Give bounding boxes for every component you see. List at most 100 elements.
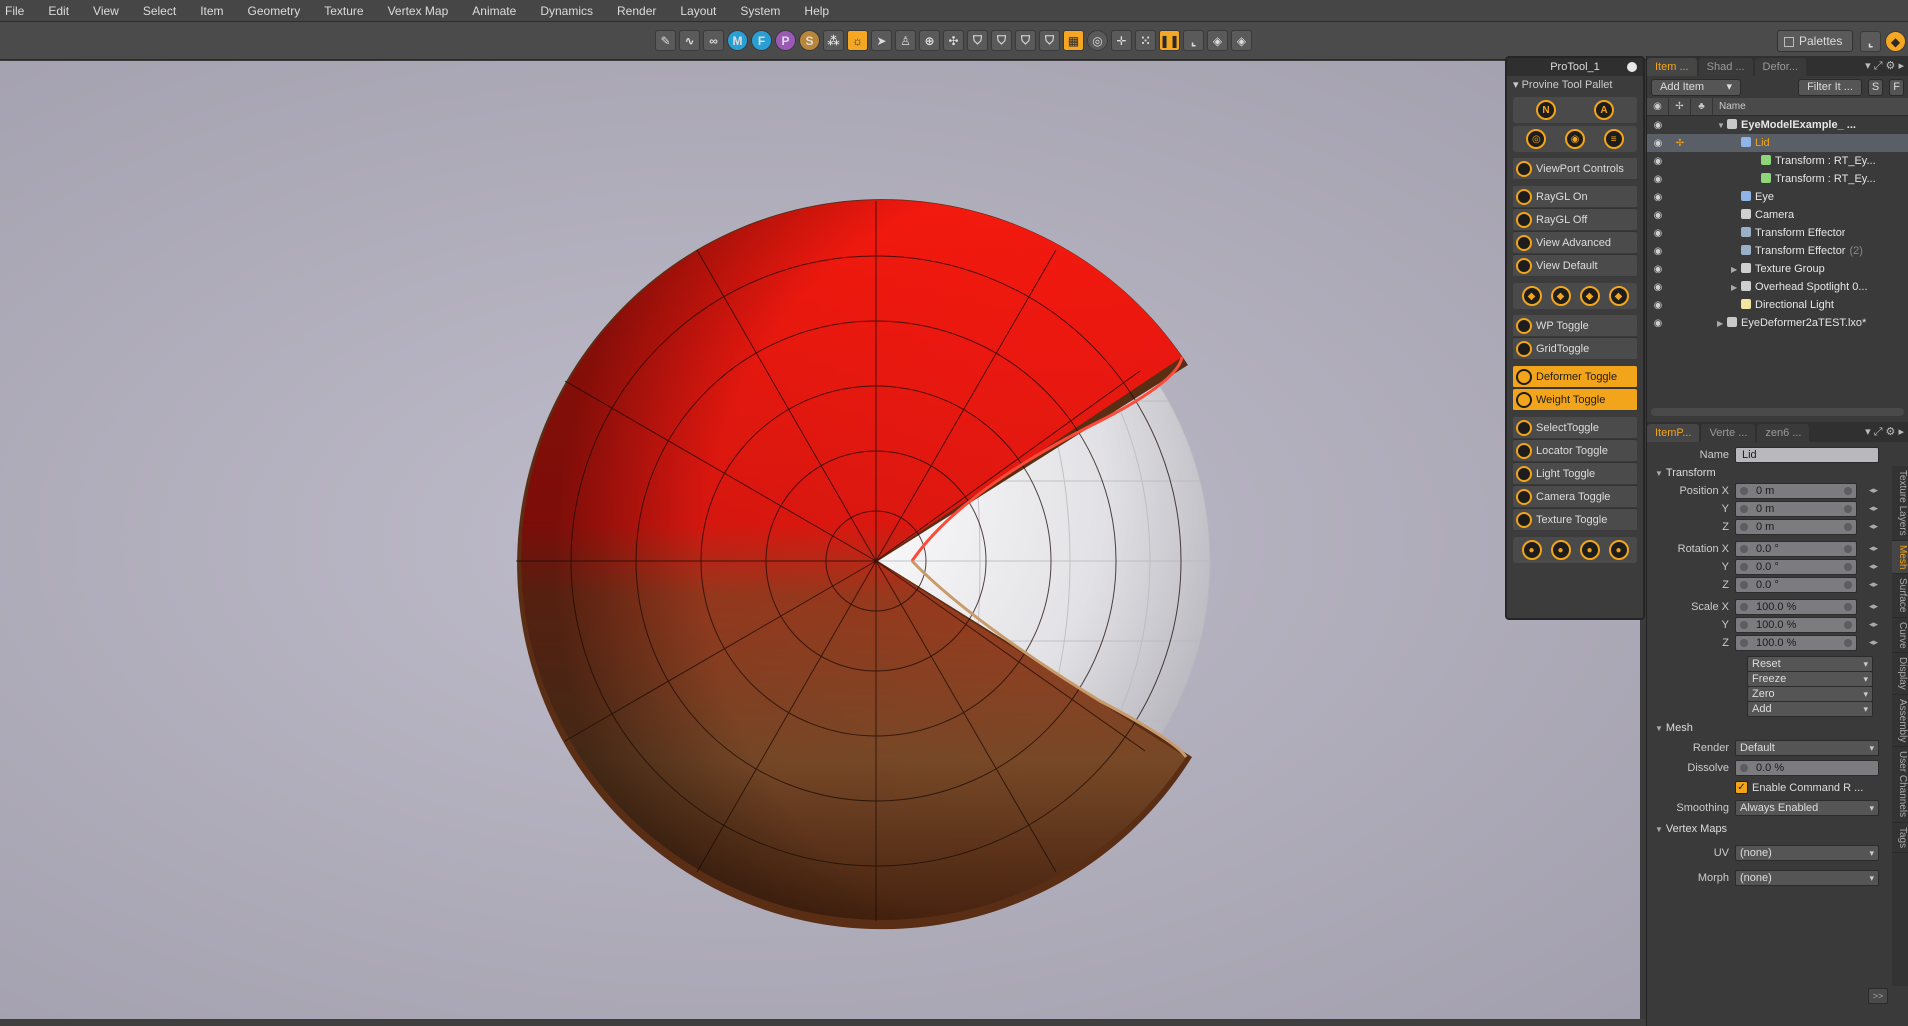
menu-layout[interactable]: Layout (668, 0, 728, 22)
menu-system[interactable]: System (728, 0, 792, 22)
channel-link-icon[interactable]: ◂▸ (1869, 637, 1878, 648)
item-row[interactable]: ◉ Transform Effector (2) (1647, 242, 1908, 260)
transform-value-field[interactable]: 100.0 % (1735, 598, 1857, 615)
props_panel-tab-2[interactable]: Verte ... (1701, 424, 1756, 442)
view-default-button[interactable]: View Default (1513, 255, 1637, 277)
collapse-triangle-icon[interactable]: ▾ (1513, 79, 1522, 91)
transform-value-field[interactable]: 0.0 ° (1735, 540, 1857, 557)
protool-row3-icon-1[interactable]: ◆ (1521, 286, 1542, 306)
close-dot-icon[interactable] (1627, 62, 1637, 72)
protool-row3-icon-4[interactable]: ◆ (1608, 286, 1629, 306)
channel-link-icon[interactable]: ◂▸ (1869, 485, 1878, 496)
protool-row2-icon-2[interactable]: ◉ (1564, 129, 1585, 149)
smoothing-dropdown[interactable]: Always Enabled (1735, 799, 1879, 816)
menu-vertex-map[interactable]: Vertex Map (376, 0, 461, 22)
side-tab-texture-layers[interactable]: Texture Layers (1892, 466, 1908, 541)
item-row[interactable]: ◉ Transform : RT_Ey... (1647, 152, 1908, 170)
panel-controls-icon[interactable]: ▾ ⤢ ⚙ ▸ (1865, 59, 1904, 73)
props-panel-controls-icon[interactable]: ▾ ⤢ ⚙ ▸ (1865, 425, 1904, 439)
transform-value-field[interactable]: 0 m (1735, 482, 1857, 499)
shield-icon-1[interactable]: ⛉ (967, 30, 988, 51)
item-row[interactable]: ◉ ✢ Lid (1647, 134, 1908, 152)
view-advanced-button[interactable]: View Advanced (1513, 232, 1637, 254)
channel-link-icon[interactable]: ◂▸ (1869, 521, 1878, 532)
expand-arrow-icon[interactable]: ▶ (1731, 283, 1741, 292)
protool-row2-icon-1[interactable]: ◎ (1526, 129, 1547, 149)
gridtoggle-button[interactable]: GridToggle (1513, 338, 1637, 360)
visibility-eye-icon[interactable]: ◉ (1647, 138, 1669, 149)
channel-link-icon[interactable]: ◂▸ (1869, 619, 1878, 630)
protool-row1-icon-2[interactable]: A (1594, 100, 1614, 120)
add-dropdown[interactable]: Add (1747, 700, 1873, 717)
visibility-eye-icon[interactable]: ◉ (1647, 228, 1669, 239)
transform-value-field[interactable]: 0.0 ° (1735, 558, 1857, 575)
sketch-icon[interactable]: ✎ (655, 30, 676, 51)
weight-toggle-button[interactable]: Weight Toggle (1513, 389, 1637, 411)
protool-row3-icon-2[interactable]: ◆ (1550, 286, 1571, 306)
menu-render[interactable]: Render (605, 0, 668, 22)
transform-value-field[interactable]: 0 m (1735, 500, 1857, 517)
expand-button[interactable]: >> (1868, 988, 1888, 1004)
transform-value-field[interactable]: 100.0 % (1735, 616, 1857, 633)
grid-orange-icon[interactable]: ▦ (1063, 30, 1084, 51)
enable-command-checkbox[interactable]: ✓ (1735, 781, 1748, 794)
menu-texture[interactable]: Texture (312, 0, 375, 22)
transform-section[interactable]: ▼ Transform (1647, 464, 1908, 482)
selecttoggle-button[interactable]: SelectToggle (1513, 417, 1637, 439)
deformer-toggle-button[interactable]: Deformer Toggle (1513, 366, 1637, 388)
channel-link-icon[interactable]: ◂▸ (1869, 543, 1878, 554)
render-dropdown[interactable]: Default (1735, 739, 1879, 756)
expand-arrow-icon[interactable]: ▼ (1717, 121, 1727, 130)
pointer-icon[interactable]: ➤ (871, 30, 892, 51)
s-button[interactable]: S (1867, 78, 1884, 96)
ring-icon[interactable]: ◎ (1087, 30, 1108, 51)
protool-row4-icon-1[interactable]: ● (1521, 540, 1542, 560)
name-column-header[interactable]: Name (1713, 101, 1746, 112)
dots-icon[interactable]: ⁙ (1135, 30, 1156, 51)
transform-value-field[interactable]: 0 m (1735, 518, 1857, 535)
lock-icon[interactable]: ✢ (1669, 138, 1691, 149)
wp-toggle-button[interactable]: WP Toggle (1513, 315, 1637, 337)
protool-row1-icon-1[interactable]: N (1536, 100, 1556, 120)
item-row[interactable]: ◉ Eye (1647, 188, 1908, 206)
palettes-button[interactable]: Palettes (1777, 30, 1853, 52)
items_panel-tab-1[interactable]: Item ... (1647, 58, 1697, 76)
side-tab-surface[interactable]: Surface (1892, 574, 1908, 618)
s-icon[interactable]: S (799, 30, 820, 51)
item-row[interactable]: ◉ ▶ Texture Group (1647, 260, 1908, 278)
protool-row4-icon-3[interactable]: ● (1579, 540, 1600, 560)
dissolve-field[interactable]: 0.0 % (1735, 759, 1879, 776)
visibility-eye-icon[interactable]: ◉ (1647, 210, 1669, 221)
menu-help[interactable]: Help (792, 0, 841, 22)
visibility-eye-icon[interactable]: ◉ (1647, 318, 1669, 329)
camera-toggle-button[interactable]: Camera Toggle (1513, 486, 1637, 508)
corner-icon[interactable]: ⌞ (1183, 30, 1204, 51)
locator-toggle-button[interactable]: Locator Toggle (1513, 440, 1637, 462)
item-row[interactable]: ◉ ▼ EyeModelExample_ ... (1647, 116, 1908, 134)
lock-column-icon[interactable]: ✢ (1669, 98, 1691, 115)
visibility-eye-icon[interactable]: ◉ (1647, 192, 1669, 203)
side-tab-user-channels[interactable]: User Channels (1892, 747, 1908, 823)
visibility-eye-icon[interactable]: ◉ (1647, 120, 1669, 131)
visibility-eye-icon[interactable]: ◉ (1647, 264, 1669, 275)
p-icon[interactable]: P (775, 30, 796, 51)
vertex-maps-section[interactable]: ▼ Vertex Maps (1647, 820, 1908, 838)
item-row[interactable]: ◉ Transform : RT_Ey... (1647, 170, 1908, 188)
raygl-off-button[interactable]: RayGL Off (1513, 209, 1637, 231)
m-icon[interactable]: M (727, 30, 748, 51)
menu-item[interactable]: Item (188, 0, 235, 22)
side-tab-display[interactable]: Display (1892, 653, 1908, 695)
menu-geometry[interactable]: Geometry (236, 0, 313, 22)
items_panel-tab-3[interactable]: Defor... (1754, 58, 1807, 76)
add-item-button[interactable]: Add Item ▾ (1651, 78, 1741, 96)
protool-row3-icon-3[interactable]: ◆ (1579, 286, 1600, 306)
layout-icon[interactable]: ⌞ (1860, 31, 1881, 52)
item-row[interactable]: ◉ ▶ EyeDeformer2aTEST.lxo* (1647, 314, 1908, 332)
menu-edit[interactable]: Edit (36, 0, 81, 22)
wand-icon[interactable]: ⁂ (823, 30, 844, 51)
crosshair-icon[interactable]: ✛ (1111, 30, 1132, 51)
shield-icon-4[interactable]: ⛉ (1039, 30, 1060, 51)
visibility-eye-icon[interactable]: ◉ (1647, 282, 1669, 293)
channel-link-icon[interactable]: ◂▸ (1869, 601, 1878, 612)
morph-dropdown[interactable]: (none) (1735, 869, 1879, 886)
